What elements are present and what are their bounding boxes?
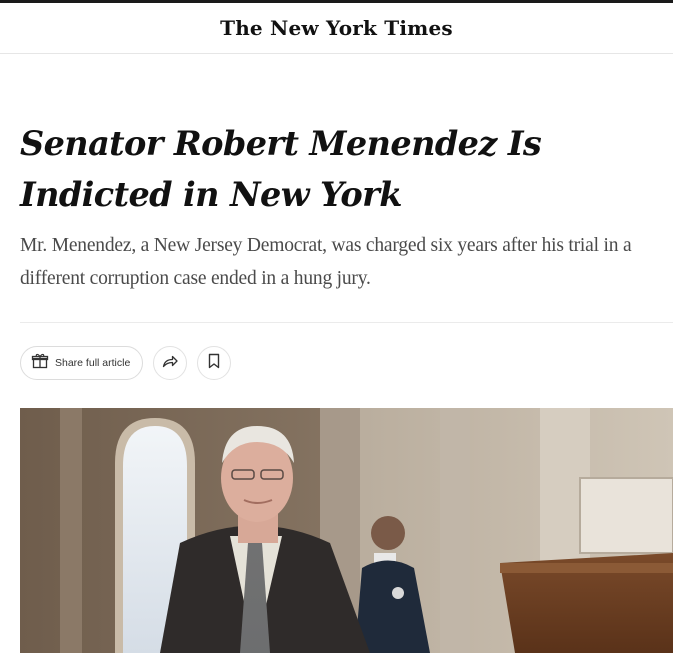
article-photo-image (20, 408, 673, 653)
bookmark-icon (205, 352, 223, 375)
article-photo (20, 408, 673, 653)
share-arrow-icon (161, 352, 179, 375)
share-button[interactable] (153, 346, 188, 380)
share-full-article-label: Share full article (55, 357, 131, 369)
divider (20, 322, 673, 323)
share-toolbar: Share full article (20, 345, 232, 381)
gift-icon (31, 352, 49, 375)
share-full-article-button[interactable]: Share full article (20, 346, 144, 380)
save-bookmark-button[interactable] (197, 346, 232, 380)
nyt-logo[interactable]: The New York Times (220, 16, 453, 40)
article-headline: Senator Robert Menendez Is Indicted in N… (20, 124, 542, 214)
masthead: The New York Times (0, 3, 673, 54)
article-summary: Mr. Menendez, a New Jersey Democrat, was… (20, 235, 632, 289)
